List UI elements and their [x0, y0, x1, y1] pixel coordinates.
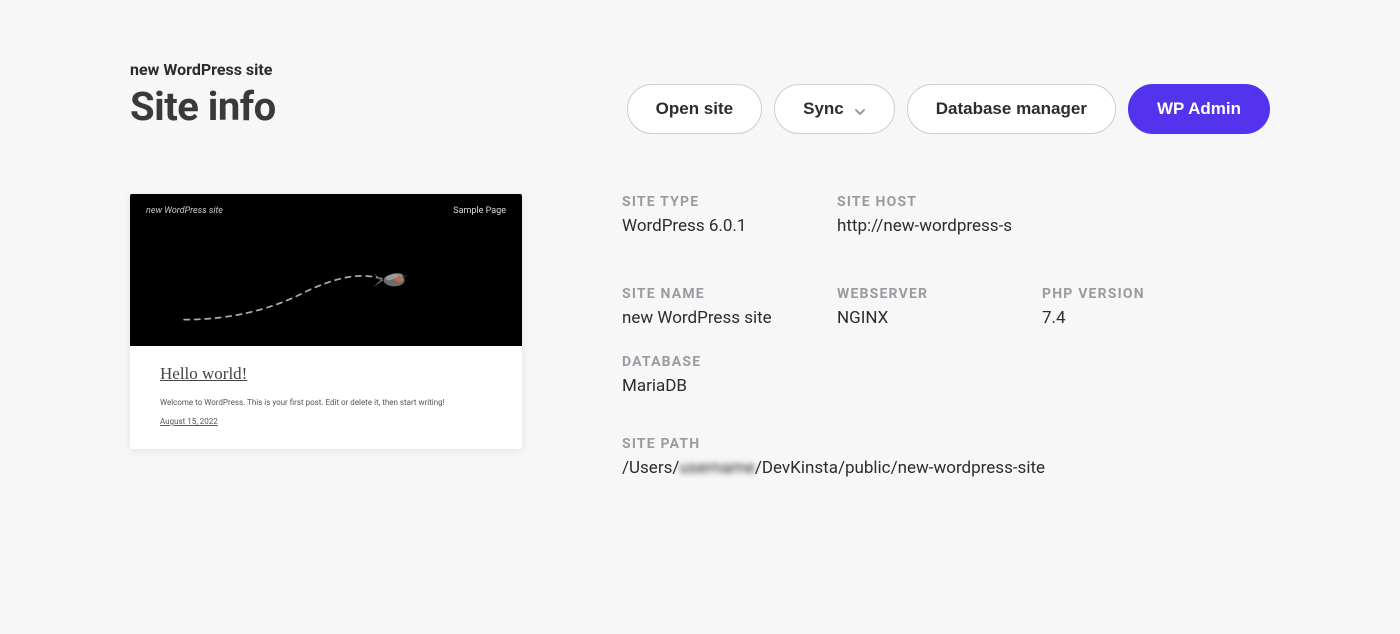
info-empty [837, 378, 1042, 396]
header-row: new WordPress site Site info Open site S… [130, 60, 1270, 134]
bird-illustration [160, 254, 462, 324]
info-value: NGINX [837, 308, 1042, 328]
header-actions: Open site Sync Database manager WP Admin [627, 84, 1270, 134]
database-manager-label: Database manager [936, 99, 1087, 119]
info-database: DATABASE MariaDB [622, 354, 837, 396]
site-preview-card[interactable]: new WordPress site Sample Page [130, 194, 522, 449]
site-path-redacted: username [679, 458, 754, 478]
info-empty [1042, 378, 1270, 396]
info-site-type: SITE TYPE WordPress 6.0.1 [622, 194, 837, 236]
info-label: SITE PATH [622, 436, 1270, 452]
site-name-small: new WordPress site [130, 60, 276, 79]
info-label: DATABASE [622, 354, 837, 370]
database-manager-button[interactable]: Database manager [907, 84, 1116, 134]
info-label: WEBSERVER [837, 286, 1042, 302]
page-title: Site info [130, 83, 276, 130]
site-path-prefix: /Users/ [622, 458, 679, 478]
preview-sample-page: Sample Page [453, 206, 506, 216]
preview-body: Hello world! Welcome to WordPress. This … [130, 346, 522, 436]
sync-button[interactable]: Sync [774, 84, 895, 134]
info-empty [1042, 194, 1270, 236]
info-value: http://new-wordpress-s [837, 216, 1042, 236]
info-label: SITE TYPE [622, 194, 837, 210]
info-value: 7.4 [1042, 308, 1270, 328]
chevron-down-icon [854, 103, 866, 115]
preview-hello-title: Hello world! [160, 364, 492, 384]
open-site-label: Open site [656, 99, 733, 119]
info-php-version: PHP VERSION 7.4 [1042, 286, 1270, 328]
main-content: new WordPress site Sample Page [130, 194, 1270, 478]
info-value: new WordPress site [622, 308, 837, 328]
preview-date: August 15, 2022 [160, 417, 492, 426]
preview-hero: new WordPress site Sample Page [130, 194, 522, 346]
info-site-name: SITE NAME new WordPress site [622, 286, 837, 328]
wp-admin-label: WP Admin [1157, 99, 1241, 119]
info-grid: SITE TYPE WordPress 6.0.1 SITE HOST http… [622, 194, 1270, 478]
preview-top-bar: new WordPress site Sample Page [146, 206, 506, 216]
preview-welcome-text: Welcome to WordPress. This is your first… [160, 398, 492, 407]
preview-site-name: new WordPress site [146, 206, 223, 216]
info-site-host: SITE HOST http://new-wordpress-s [837, 194, 1042, 236]
info-value: /Users/ username /DevKinsta/public/new-w… [622, 458, 1270, 478]
info-value: WordPress 6.0.1 [622, 216, 837, 236]
site-path-suffix: /DevKinsta/public/new-wordpress-site [755, 458, 1045, 478]
info-label: SITE NAME [622, 286, 837, 302]
info-label: SITE HOST [837, 194, 1042, 210]
sync-label: Sync [803, 99, 844, 119]
info-webserver: WEBSERVER NGINX [837, 286, 1042, 328]
wp-admin-button[interactable]: WP Admin [1128, 84, 1270, 134]
info-value: MariaDB [622, 376, 837, 396]
header-left: new WordPress site Site info [130, 60, 276, 130]
open-site-button[interactable]: Open site [627, 84, 762, 134]
info-label: PHP VERSION [1042, 286, 1270, 302]
info-site-path: SITE PATH /Users/ username /DevKinsta/pu… [622, 436, 1270, 478]
